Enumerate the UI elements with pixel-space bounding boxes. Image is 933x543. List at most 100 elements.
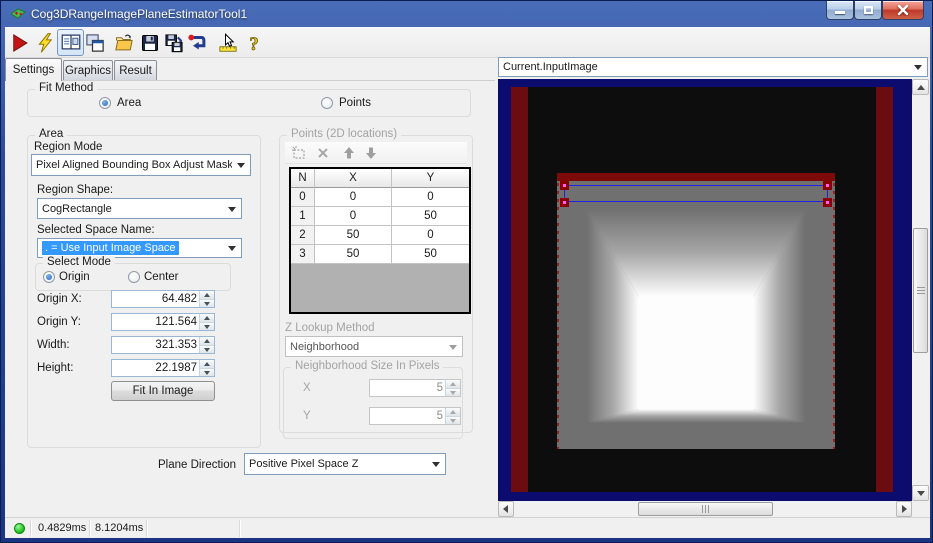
spin-down-icon[interactable] [200, 368, 214, 376]
pointer-tools-button[interactable] [218, 33, 238, 53]
region-handle-bottom-right[interactable] [823, 198, 832, 207]
select-mode-origin-radio[interactable] [43, 271, 55, 283]
table-row[interactable]: 2 50 0 [291, 226, 469, 245]
region-handle-top-right[interactable] [823, 181, 832, 190]
col-x-header[interactable]: X [315, 169, 392, 188]
select-mode-center-radio[interactable] [128, 271, 140, 283]
scroll-up-button[interactable] [912, 79, 929, 95]
close-icon [897, 4, 909, 16]
neighborhood-y-spinner[interactable] [445, 408, 460, 424]
col-y-header[interactable]: Y [392, 169, 469, 188]
scroll-left-button[interactable] [498, 501, 514, 517]
origin-y-field[interactable]: 121.564 [111, 313, 215, 331]
vertical-scrollbar[interactable] [912, 79, 929, 501]
run-time-value: 0.4829ms [38, 522, 87, 534]
spin-up-icon[interactable] [446, 408, 460, 417]
table-row[interactable]: 0 0 0 [291, 188, 469, 207]
neighborhood-x-label: X [303, 382, 311, 394]
tab-result[interactable]: Result [114, 60, 157, 81]
height-field[interactable]: 22.1987 [111, 359, 215, 377]
image-source-combo[interactable]: Current.InputImage [498, 57, 928, 77]
neighborhood-x-spinner[interactable] [445, 380, 460, 396]
close-button[interactable] [882, 1, 924, 20]
delete-icon [318, 148, 328, 158]
minimize-icon [835, 11, 845, 14]
region-handle-bottom-left[interactable] [560, 198, 569, 207]
minimize-button[interactable] [826, 1, 854, 20]
spin-down-icon[interactable] [200, 299, 214, 307]
neighborhood-y-value: 5 [436, 410, 443, 422]
spin-down-icon[interactable] [446, 416, 460, 424]
fit-in-image-button[interactable]: Fit In Image [111, 381, 215, 401]
table-row[interactable]: 3 50 50 [291, 245, 469, 264]
save-icon [142, 35, 158, 51]
tab-settings[interactable]: Settings [5, 58, 62, 81]
height-value: 22.1987 [155, 362, 197, 374]
open-file-button[interactable] [114, 33, 134, 53]
horizontal-scrollbar[interactable] [498, 501, 912, 517]
spin-up-icon[interactable] [200, 291, 214, 300]
region-handle-top-left[interactable] [560, 181, 569, 190]
save-button[interactable] [140, 33, 160, 53]
run-button[interactable] [10, 33, 30, 53]
origin-x-spinner[interactable] [199, 291, 214, 307]
lightning-icon [38, 33, 53, 53]
arrow-down-icon [366, 147, 376, 159]
mask-stripe-right [876, 87, 893, 492]
width-field[interactable]: 321.353 [111, 336, 215, 354]
neighborhood-y-field[interactable]: 5 [369, 407, 461, 425]
region-mode-combo[interactable]: Pixel Aligned Bounding Box Adjust Mask [31, 154, 251, 176]
spin-down-icon[interactable] [200, 322, 214, 330]
save-as-button[interactable] [164, 33, 184, 53]
points-table: N X Y 0 0 0 1 0 50 2 50 0 3 50 50 [289, 167, 471, 314]
selected-space-value: . = Use Input Image Space [42, 241, 179, 255]
fit-method-points-radio[interactable] [321, 97, 333, 109]
origin-x-field[interactable]: 64.482 [111, 290, 215, 308]
scroll-down-button[interactable] [912, 485, 929, 501]
height-label: Height: [37, 362, 74, 374]
fit-method-group: Fit Method [27, 82, 471, 117]
help-button[interactable]: ? [244, 33, 264, 54]
move-down-button[interactable] [363, 145, 379, 161]
fit-method-area-radio[interactable] [99, 97, 111, 109]
neighborhood-x-field[interactable]: 5 [369, 379, 461, 397]
chevron-down-icon [228, 246, 236, 251]
height-spinner[interactable] [199, 360, 214, 376]
table-row[interactable]: 1 0 50 [291, 207, 469, 226]
spin-up-icon[interactable] [446, 380, 460, 389]
delete-point-button[interactable] [315, 145, 331, 161]
new-image-display-button[interactable] [85, 33, 105, 53]
show-image-display-button[interactable] [61, 32, 81, 52]
maximize-button[interactable] [854, 1, 882, 20]
range-image-object [557, 175, 835, 449]
width-spinner[interactable] [199, 337, 214, 353]
plane-direction-combo[interactable]: Positive Pixel Space Z [244, 453, 446, 475]
spin-up-icon[interactable] [200, 314, 214, 323]
app-icon [10, 6, 26, 22]
run-lightning-button[interactable] [35, 33, 55, 53]
image-source-value: Current.InputImage [503, 61, 598, 73]
range-image-canvas[interactable] [511, 87, 893, 492]
region-rectangle[interactable] [564, 185, 828, 202]
title-bar[interactable]: Cog3DRangeImagePlaneEstimatorTool1 [1, 1, 932, 27]
add-point-button[interactable] [291, 145, 307, 161]
tab-graphics[interactable]: Graphics [63, 60, 113, 81]
col-n-header[interactable]: N [291, 169, 315, 188]
window-title: Cog3DRangeImagePlaneEstimatorTool1 [31, 7, 248, 21]
selected-space-combo[interactable]: . = Use Input Image Space [37, 238, 242, 258]
spin-up-icon[interactable] [200, 337, 214, 346]
move-up-button[interactable] [341, 145, 357, 161]
spin-up-icon[interactable] [200, 360, 214, 369]
horizontal-scroll-thumb[interactable] [638, 502, 773, 516]
select-mode-label: Select Mode [43, 256, 115, 268]
origin-x-value: 64.482 [161, 293, 197, 305]
region-shape-combo[interactable]: CogRectangle [37, 198, 242, 219]
vertical-scroll-thumb[interactable] [913, 228, 928, 353]
spin-down-icon[interactable] [446, 388, 460, 396]
scroll-right-button[interactable] [896, 501, 912, 517]
run-icon [13, 33, 28, 53]
z-lookup-combo[interactable]: Neighborhood [285, 336, 463, 357]
origin-y-spinner[interactable] [199, 314, 214, 330]
reset-button[interactable] [187, 33, 207, 53]
spin-down-icon[interactable] [200, 345, 214, 353]
